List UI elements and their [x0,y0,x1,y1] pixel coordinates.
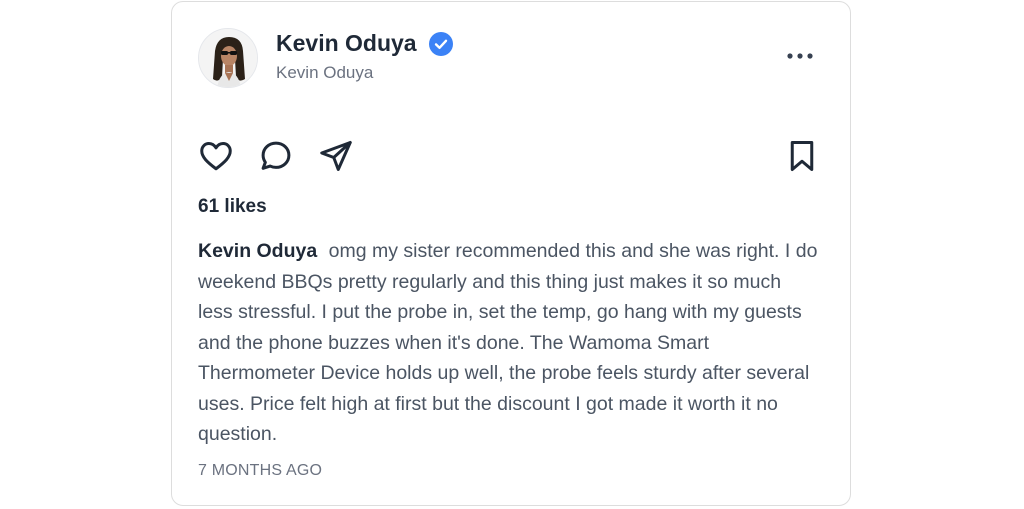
post-header: Kevin Oduya Kevin Oduya [198,28,824,88]
send-icon[interactable] [318,138,354,174]
post-actions [198,138,820,174]
verified-badge-icon [429,31,454,56]
likes-count[interactable]: 61 likes [198,196,267,218]
author-handle[interactable]: Kevin Oduya [276,63,453,83]
author-display-name[interactable]: Kevin Oduya [276,30,417,57]
more-horizontal-icon[interactable] [786,50,814,62]
caption-text: omg my sister recommended this and she w… [198,240,818,445]
post-card: Kevin Oduya Kevin Oduya 61 likes Kevin O… [171,1,851,506]
avatar[interactable] [198,28,258,88]
avatar-image [199,29,257,87]
caption-author[interactable]: Kevin Oduya [198,240,317,262]
post-caption: Kevin Oduya omg my sister recommended th… [198,236,818,450]
heart-icon[interactable] [198,138,234,174]
author-info: Kevin Oduya Kevin Oduya [276,30,454,83]
post-timestamp: 7 MONTHS AGO [198,462,323,479]
bookmark-icon[interactable] [784,138,820,174]
comment-icon[interactable] [258,138,294,174]
